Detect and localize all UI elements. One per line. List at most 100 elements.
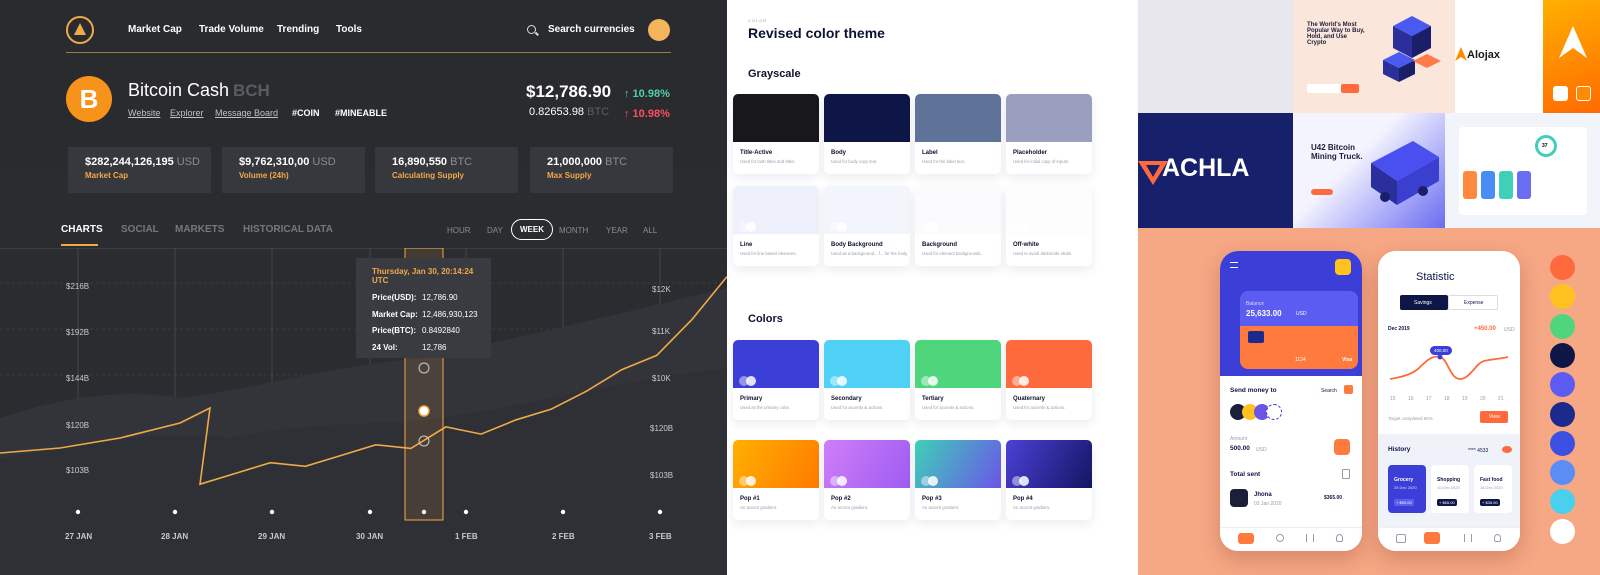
nav-market-cap[interactable]: Market Cap — [128, 24, 182, 35]
tab-social[interactable]: SOCIAL — [121, 224, 159, 235]
tooltip-value: 12,486,930,123 — [422, 309, 478, 319]
app-logo-icon[interactable] — [66, 16, 94, 44]
swatch-card-background[interactable]: Background Used for element backgrounds. — [915, 186, 1001, 266]
swatch-color — [1006, 186, 1092, 234]
stat-label: Market Cap — [85, 171, 129, 180]
nav-wallet-icon[interactable] — [1396, 534, 1406, 543]
stat-label: Volume (24h) — [239, 171, 289, 180]
swatch-card-pop-3[interactable]: Pop #3 An accent gradient. — [915, 440, 1001, 520]
x-axis-dot — [172, 509, 178, 515]
view-label: View — [1489, 414, 1500, 420]
range-all[interactable]: ALL — [643, 226, 657, 235]
tab-markets[interactable]: MARKETS — [175, 224, 224, 235]
search-icon[interactable] — [1344, 385, 1353, 394]
change-up-badge: ↑ 10.98% — [624, 88, 670, 100]
link-explorer[interactable]: Explorer — [170, 108, 204, 118]
range-week[interactable]: WEEK — [511, 219, 553, 240]
swatch-card-pop-2[interactable]: Pop #2 An accent gradient. — [824, 440, 910, 520]
nav-tools[interactable]: Tools — [336, 24, 362, 35]
active-tab-indicator — [61, 244, 98, 246]
tab-expense-label: Expense — [1464, 300, 1484, 306]
swatch-dots — [830, 373, 847, 391]
link-message-board[interactable]: Message Board — [215, 108, 278, 118]
nav-trending[interactable]: Trending — [277, 24, 319, 35]
swatch-dots — [1012, 473, 1029, 491]
palette-dot[interactable] — [1550, 489, 1575, 515]
swatch-card-quaternary[interactable]: Quaternary Used for accents & actions. — [1006, 340, 1092, 420]
nav-profile-icon[interactable] — [1336, 534, 1343, 542]
amount-value[interactable]: 500.00 — [1230, 445, 1250, 452]
swatch-dots — [739, 373, 756, 391]
send-icon[interactable] — [1334, 439, 1350, 455]
nav-filter-icon[interactable] — [1306, 534, 1314, 542]
range-day[interactable]: DAY — [487, 226, 503, 235]
menu-icon[interactable] — [1230, 262, 1238, 268]
x-tick: 18 — [1444, 396, 1450, 402]
palette-dot[interactable] — [1550, 372, 1575, 398]
swatch-color — [733, 186, 819, 234]
swatch-description: Used for both titles and titles. — [740, 159, 796, 164]
x-axis-dot — [657, 509, 663, 515]
swatch-color — [915, 186, 1001, 234]
add-contact-button[interactable] — [1266, 404, 1282, 420]
history-item-amount: + $50.00 — [1394, 499, 1414, 506]
x-axis-dot — [75, 509, 81, 515]
y-tick-right: $12K — [652, 285, 671, 294]
swatch-card-secondary[interactable]: Secondary Used for accents & actions. — [824, 340, 910, 420]
tag-coin[interactable]: #COIN — [292, 108, 320, 118]
alojax-mark-icon — [1559, 26, 1587, 58]
swatch-dots — [739, 219, 756, 237]
nav-exchange-icon[interactable] — [1276, 534, 1284, 542]
avatar[interactable] — [648, 19, 670, 41]
swatch-card-label[interactable]: Label Used for the label text. — [915, 94, 1001, 174]
swatch-name: Pop #4 — [1013, 496, 1033, 502]
nav-trade-volume[interactable]: Trade Volume — [199, 24, 264, 35]
alojax-logo-icon — [1455, 47, 1467, 61]
palette-dot[interactable] — [1550, 460, 1575, 486]
search-input[interactable]: Search currencies — [548, 24, 635, 35]
range-year[interactable]: YEAR — [606, 226, 628, 235]
swatch-card-line[interactable]: Line Used for line based elements. — [733, 186, 819, 266]
tab-historical-data[interactable]: HISTORICAL DATA — [243, 224, 333, 235]
range-hour[interactable]: HOUR — [447, 226, 471, 235]
palette-dot[interactable] — [1550, 313, 1575, 339]
link-website[interactable]: Website — [128, 108, 160, 118]
tag-mineable[interactable]: #MINEABLE — [335, 108, 387, 118]
swatch-card-pop-1[interactable]: Pop #1 An accent gradient. — [733, 440, 819, 520]
swatch-description: Used for accents & actions. — [831, 405, 884, 410]
palette-dot[interactable] — [1550, 255, 1575, 280]
x-tick: 17 — [1426, 396, 1432, 402]
palette-dot[interactable] — [1550, 430, 1575, 456]
tooltip-key: 24 Vol: — [372, 342, 398, 352]
swatch-card-title-active[interactable]: Title-Active Used for both titles and tit… — [733, 94, 819, 174]
swatch-card-body-background[interactable]: Body Background Used as a background... f… — [824, 186, 910, 266]
nav-profile-icon[interactable] — [1494, 534, 1501, 542]
swatch-dots — [830, 473, 847, 491]
nav-filter-icon[interactable] — [1464, 534, 1472, 542]
palette-dot[interactable] — [1550, 284, 1575, 310]
avatar[interactable] — [1335, 259, 1351, 275]
swatch-dots — [830, 219, 847, 237]
nav-wallet-icon[interactable] — [1238, 533, 1254, 544]
swatch-card-primary[interactable]: Primary Used as the primary color. — [733, 340, 819, 420]
swatch-name: Body — [831, 150, 846, 156]
search-icon[interactable] — [527, 25, 536, 34]
nav-exchange-icon[interactable] — [1424, 532, 1440, 544]
x-tick: 20 — [1480, 396, 1486, 402]
palette-dot[interactable] — [1550, 342, 1575, 368]
swatch-card-placeholder[interactable]: Placeholder Used for initial copy of inpu… — [1006, 94, 1092, 174]
palette-dot[interactable] — [1550, 401, 1575, 427]
range-month[interactable]: MONTH — [559, 226, 588, 235]
palette-dot[interactable] — [1550, 518, 1575, 544]
document-icon[interactable] — [1342, 469, 1350, 479]
swatch-card-body[interactable]: Body Used for body copy text. — [824, 94, 910, 174]
swatch-color — [824, 94, 910, 142]
swatch-card-pop-4[interactable]: Pop #4 An accent gradient. — [1006, 440, 1092, 520]
bitcoin-icon: B — [66, 76, 112, 122]
search-link[interactable]: Search — [1321, 388, 1337, 394]
shot-mining-truck: U42 Bitcoin Mining Truck. — [1293, 113, 1445, 228]
tab-charts[interactable]: CHARTS — [61, 224, 103, 235]
history-title: History — [1388, 446, 1411, 453]
swatch-card-tertiary[interactable]: Tertiary Used for accents & actions. — [915, 340, 1001, 420]
swatch-card-off-white[interactable]: Off-white Used to avoid darkmode strain. — [1006, 186, 1092, 266]
